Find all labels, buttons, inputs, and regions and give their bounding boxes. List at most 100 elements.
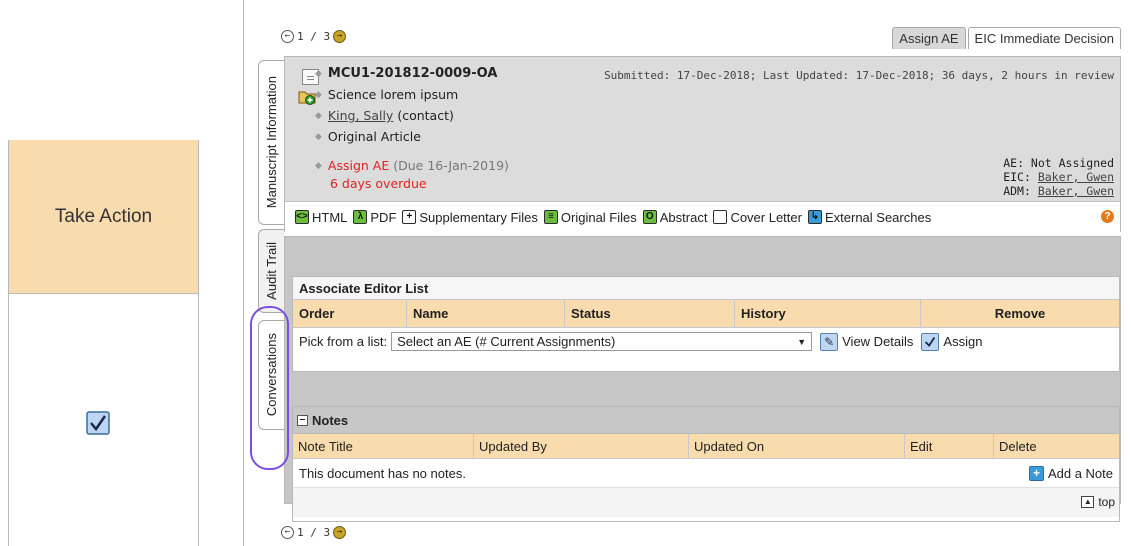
notes-header: Note Title Updated By Updated On Edit De… (293, 434, 1119, 459)
sidetab-label: Manuscript Information (264, 76, 279, 209)
view-details-button[interactable]: ✎ View Details (820, 332, 914, 351)
take-action-body (9, 294, 198, 546)
checkbox-icon[interactable] (86, 411, 110, 435)
pdf-button[interactable]: λ PDF (353, 210, 396, 225)
html-button[interactable]: <> HTML (295, 210, 347, 225)
plus-icon: + (1028, 465, 1044, 481)
manuscript-contact-row: ◆ King, Sally (contact) (315, 105, 497, 126)
next-arrow-icon[interactable]: → (333, 526, 347, 539)
file-toolbar: <> HTML λ PDF + Supplementary Files ≡ Or… (285, 201, 1120, 232)
ae-select[interactable]: Select an AE (# Current Assignments) ▼ (391, 332, 813, 351)
arrow-up-icon: ▲ (1081, 496, 1095, 508)
task-status: ◆ Assign AE (Due 16-Jan-2019) 6 days ove… (315, 155, 509, 191)
task-due: (Due 16-Jan-2019) (393, 158, 509, 173)
col-updated-on: Updated On (689, 434, 905, 458)
notes-empty-text: This document has no notes. (299, 465, 466, 481)
contact-link[interactable]: King, Sally (328, 108, 393, 123)
tab-eic-immediate-decision[interactable]: EIC Immediate Decision (967, 27, 1121, 49)
take-action-panel: Take Action (8, 140, 199, 546)
supplementary-files-button[interactable]: + Supplementary Files (402, 210, 538, 225)
adm-row: ADM: Baker, Gwen (1003, 184, 1114, 198)
cover-label: Cover Letter (730, 209, 802, 225)
article-type-row: ◆ Original Article (315, 126, 497, 147)
prev-arrow-icon[interactable]: ← (281, 30, 294, 43)
col-remove: Remove (994, 306, 1046, 321)
code-icon: <> (295, 210, 309, 224)
take-action-title: Take Action (54, 205, 153, 227)
original-files-button[interactable]: ≡ Original Files (543, 209, 637, 225)
next-arrow-icon[interactable]: → (333, 30, 347, 43)
abstract-icon: O (642, 210, 657, 224)
help-icon[interactable]: ? (1101, 210, 1114, 223)
bullet-icon: ◆ (315, 110, 322, 121)
back-to-top-link[interactable]: ▲ top (1081, 495, 1115, 509)
view-details-label: View Details (842, 334, 914, 349)
eic-link[interactable]: Baker, Gwen (1038, 170, 1114, 184)
task-name: Assign AE (327, 158, 390, 173)
external-searches-button[interactable]: ↳ External Searches (807, 209, 932, 225)
notes-title-bar: – Notes (293, 407, 1119, 434)
cover-letter-button[interactable]: Cover Letter (713, 210, 802, 225)
notes-section: – Notes Note Title Updated By Updated On… (292, 406, 1120, 522)
sidetab-manuscript-information[interactable]: Manuscript Information (258, 60, 284, 225)
manuscript-id-row: ◆ MCU1-201812-0009-OA (315, 63, 497, 84)
external-label: External Searches (824, 209, 932, 225)
ae-list-header: Order Name Status History Remove (293, 300, 1119, 328)
col-status: Status (565, 300, 735, 327)
manuscript-id: MCU1-201812-0009-OA (327, 66, 498, 81)
supplementary-label: Supplementary Files (419, 209, 538, 225)
files-icon: ≡ (543, 210, 558, 224)
original-label: Original Files (560, 209, 637, 225)
ae-pick-row: Pick from a list: Select an AE (# Curren… (293, 328, 1119, 355)
manuscript-details: ◆ MCU1-201812-0009-OA ◆ Science lorem ip… (315, 63, 497, 147)
adm-link[interactable]: Baker, Gwen (1038, 184, 1114, 198)
prev-arrow-icon[interactable]: ← (281, 526, 294, 539)
assigned-people: AE: Not Assigned EIC: Baker, Gwen ADM: B… (1003, 156, 1114, 198)
col-updated-by: Updated By (474, 434, 689, 458)
pager-count: 1 / 3 (297, 30, 331, 43)
tab-assign-ae[interactable]: Assign AE (892, 27, 966, 49)
assign-button[interactable]: Assign (921, 332, 983, 351)
collapse-icon[interactable]: – (297, 414, 308, 426)
html-label: HTML (312, 209, 348, 225)
col-delete: Delete (999, 438, 1037, 454)
pdf-label: PDF (370, 209, 397, 225)
article-type: Original Article (327, 129, 421, 144)
adm-label: ADM: (1003, 184, 1031, 198)
add-note-button[interactable]: + Add a Note (1028, 465, 1113, 481)
overdue-text: 6 days overdue (330, 176, 427, 191)
sidetab-audit-trail[interactable]: Audit Trail (258, 229, 284, 313)
external-link-icon: ↳ (807, 210, 822, 224)
pager-bottom: ← 1 / 3 → (281, 526, 347, 539)
notes-title: Notes (312, 412, 349, 428)
col-note-title: Note Title (293, 434, 474, 458)
contact-suffix: (contact) (397, 108, 454, 123)
ae-list-title: Associate Editor List (293, 277, 1119, 300)
notes-empty-row: This document has no notes. + Add a Note (293, 459, 1119, 487)
bullet-icon: ◆ (315, 68, 322, 79)
eic-row: EIC: Baker, Gwen (1003, 170, 1114, 184)
task-row: ◆ Assign AE (Due 16-Jan-2019) (315, 155, 509, 176)
manuscript-info-panel: ◆ MCU1-201812-0009-OA ◆ Science lorem ip… (284, 56, 1121, 232)
manuscript-frame: ← 1 / 3 → Assign AE EIC Immediate Decisi… (243, 0, 1131, 546)
assign-label: Assign (943, 334, 983, 349)
col-history: History (735, 300, 921, 327)
bullet-icon: ◆ (315, 131, 322, 142)
wrench-icon: ✎ (820, 332, 839, 351)
col-edit: Edit (905, 434, 994, 458)
add-note-label: Add a Note (1047, 465, 1113, 481)
pager-top: ← 1 / 3 → (281, 30, 347, 43)
ae-status: AE: Not Assigned (1003, 156, 1114, 170)
chevron-down-icon: ▼ (797, 336, 807, 347)
ae-select-value: Select an AE (# Current Assignments) (397, 334, 616, 349)
abstract-label: Abstract (659, 209, 708, 225)
col-name: Name (407, 300, 565, 327)
conversations-highlight (250, 306, 289, 470)
pdf-icon: λ (353, 210, 368, 224)
manuscript-title-row: ◆ Science lorem ipsum (315, 84, 497, 105)
abstract-button[interactable]: O Abstract (642, 209, 708, 225)
associate-editor-list: Associate Editor List Order Name Status … (292, 276, 1120, 372)
page-icon (713, 210, 728, 224)
plus-icon: + (402, 210, 417, 224)
sidetab-label: Audit Trail (264, 242, 279, 300)
